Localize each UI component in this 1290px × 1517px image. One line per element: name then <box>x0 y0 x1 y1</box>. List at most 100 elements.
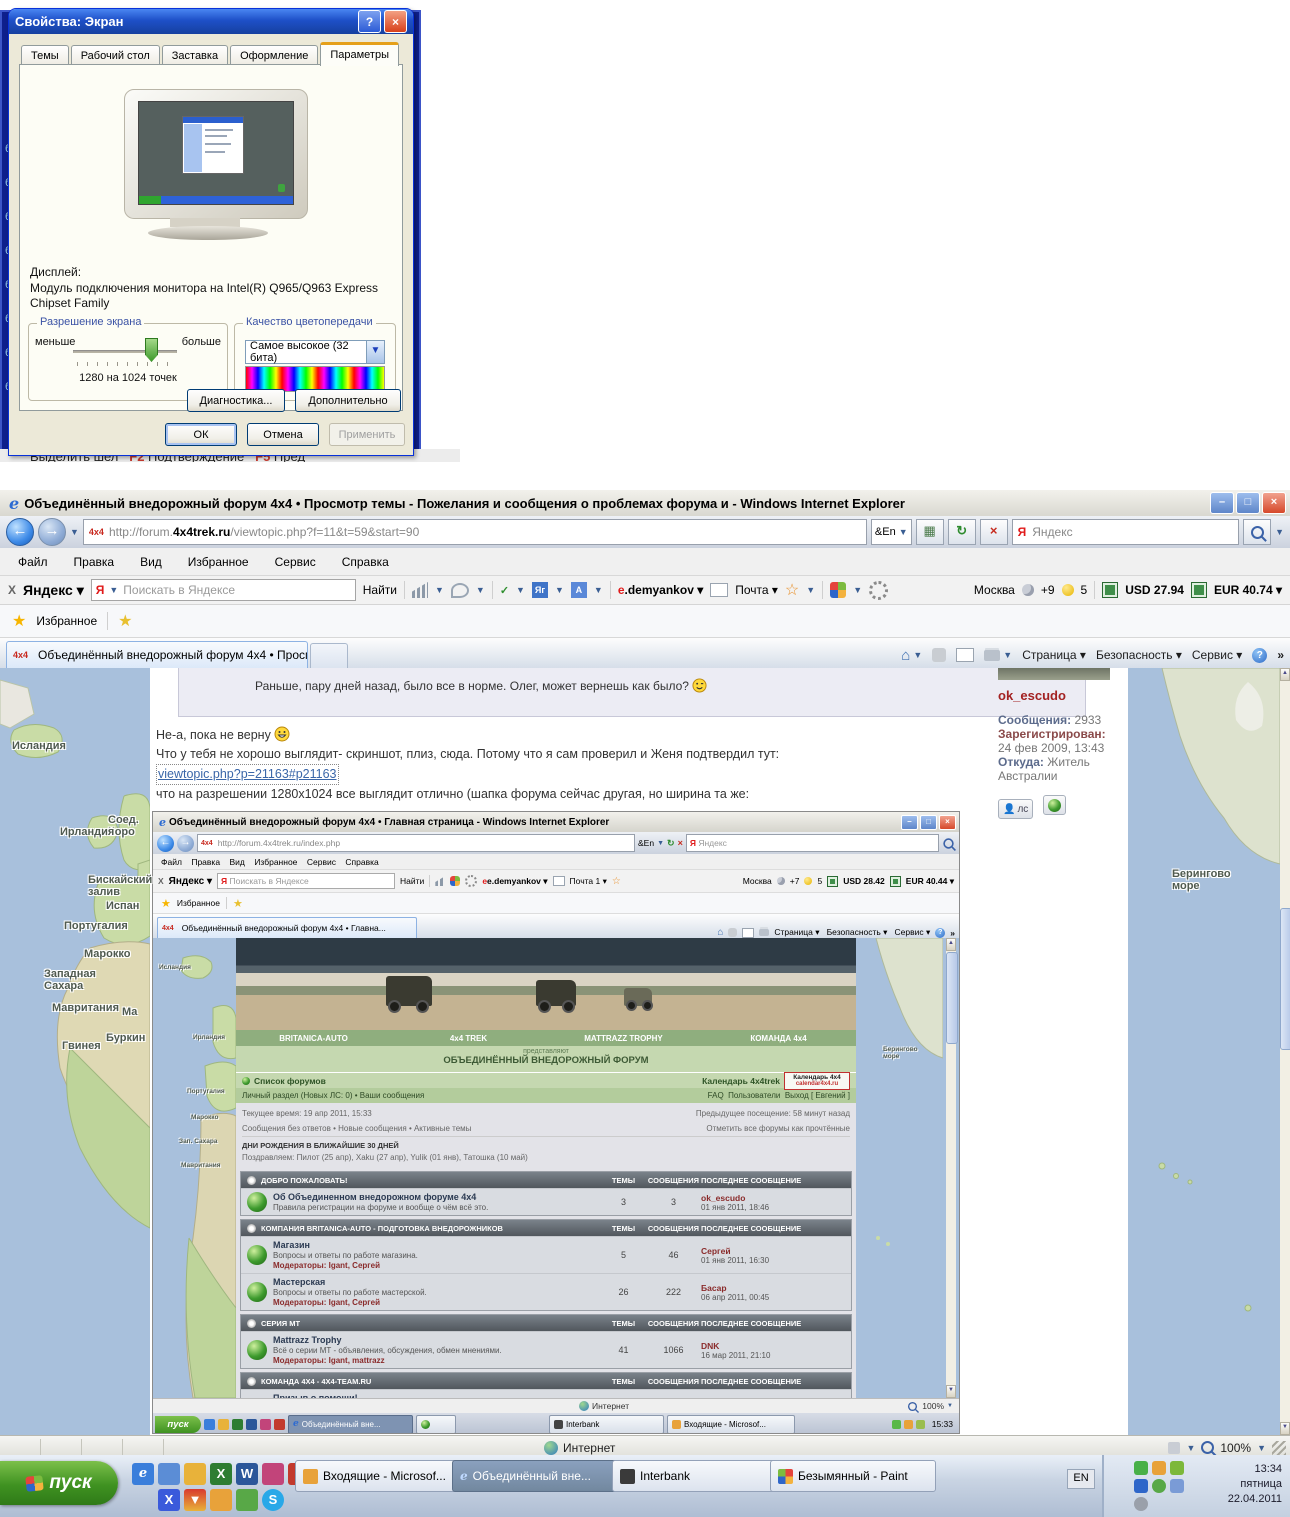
logout-link[interactable]: Выход [ Евгений ] <box>785 1091 850 1100</box>
menu-file[interactable]: Файл <box>18 555 48 569</box>
star-outline-icon[interactable]: ☆ <box>785 580 799 600</box>
qip-tray-icon[interactable] <box>1170 1479 1184 1493</box>
website-button[interactable] <box>1043 795 1066 815</box>
page-compatibility-button[interactable]: ▦ <box>916 519 944 545</box>
eur-rate[interactable]: EUR 40.74 ▾ <box>1214 583 1282 597</box>
nav-4x4trek[interactable]: 4x4 TREK <box>391 1034 546 1043</box>
favorites-button[interactable]: Избранное <box>36 614 97 628</box>
cancel-button[interactable]: Отмена <box>247 423 319 446</box>
clock[interactable]: 13:34 пятница 22.04.2011 <box>1228 1455 1290 1517</box>
forum-row[interactable]: Mattrazz TrophyВсё о серии МТ - объявлен… <box>241 1331 851 1368</box>
zoom-level[interactable]: 100% <box>1220 1441 1251 1455</box>
mail-icon[interactable] <box>710 583 728 597</box>
refresh-button[interactable]: ↻ <box>948 519 976 545</box>
mailru-agent-tray-icon[interactable] <box>1134 1479 1148 1493</box>
language-indicator[interactable]: EN <box>1067 1469 1095 1489</box>
service-menu[interactable]: Сервис ▾ <box>1192 648 1242 662</box>
menu-help[interactable]: Справка <box>342 555 389 569</box>
tab-themes[interactable]: Темы <box>21 45 69 66</box>
tab-settings[interactable]: Параметры <box>320 42 399 66</box>
username[interactable]: ok_escudo <box>998 688 1128 703</box>
task-button-interbank[interactable]: Interbank <box>612 1460 776 1492</box>
tab-screensaver[interactable]: Заставка <box>162 45 228 66</box>
pm-button[interactable]: 👤лс <box>998 799 1033 819</box>
forum-row[interactable]: МагазинВопросы и ответы по работе магази… <box>241 1236 851 1273</box>
ie-titlebar[interactable]: e Объединённый внедорожный форум 4x4 • П… <box>0 490 1290 516</box>
tab-appearance[interactable]: Оформление <box>230 45 318 66</box>
usd-rate[interactable]: USD 27.94 <box>1125 583 1184 597</box>
calendar-badge[interactable]: Календарь 4x4 calendar4x4.ru <box>784 1072 850 1090</box>
clock-quicklaunch-icon[interactable] <box>210 1489 232 1511</box>
yandex-search-input[interactable]: Я▼ Поискать в Яндексе <box>91 579 356 601</box>
search-input[interactable]: Я Яндекс <box>1012 519 1239 545</box>
minimize-button[interactable]: – <box>1210 492 1234 514</box>
find-button[interactable]: Найти <box>363 583 397 597</box>
weather-city[interactable]: Москва <box>974 583 1015 597</box>
translate-icon[interactable]: Яг <box>532 582 548 598</box>
vertical-scrollbar[interactable]: ▲ ▼ <box>1280 668 1290 1435</box>
mail-menu[interactable]: Почта ▾ <box>735 583 778 597</box>
personal-section-link[interactable]: Личный раздел (Новых ЛС: 0) • Ваши сообщ… <box>242 1091 424 1100</box>
forum-row[interactable]: МастерскаяВопросы и ответы по работе мас… <box>241 1273 851 1310</box>
battery-quicklaunch-icon[interactable] <box>236 1489 258 1511</box>
color-quality-select[interactable]: Самое высокое (32 бита) ▼ <box>245 340 385 364</box>
scheduler-tray-icon[interactable] <box>1134 1497 1148 1511</box>
excel-quicklaunch-icon[interactable]: X <box>210 1463 232 1485</box>
lock-icon[interactable] <box>1168 1442 1180 1454</box>
resolution-slider-track[interactable] <box>73 350 177 353</box>
folder-quicklaunch-icon[interactable] <box>184 1463 206 1485</box>
layout-language-combo[interactable]: &En▼ <box>871 519 912 545</box>
add-favorite-icon[interactable]: ★ <box>118 611 132 631</box>
robot-tray-icon[interactable] <box>1170 1461 1184 1475</box>
gear-icon[interactable] <box>869 581 888 600</box>
page-translate-icon[interactable]: А <box>571 582 587 598</box>
task-button-ie[interactable]: e Объединённый вне... <box>452 1460 618 1492</box>
mark-read-link[interactable]: Отметить все форумы как прочтённые <box>706 1124 850 1133</box>
advanced-button[interactable]: Дополнительно <box>295 389 401 412</box>
menu-edit[interactable]: Правка <box>74 555 115 569</box>
yandex-wordmark[interactable]: Яндекс ▾ <box>23 582 84 599</box>
ie-quicklaunch-icon[interactable]: e <box>132 1463 154 1485</box>
apply-button[interactable]: Применить <box>329 423 405 446</box>
stop-button[interactable]: × <box>980 519 1008 545</box>
forum-row[interactable]: Об Объединенном внедорожном форуме 4x4Пр… <box>241 1188 851 1215</box>
new-tab-stub[interactable] <box>310 643 348 668</box>
help-icon[interactable]: ? <box>1252 648 1267 663</box>
calendar-link[interactable]: Календарь 4x4trek <box>702 1076 780 1086</box>
back-button[interactable]: ← <box>6 518 34 546</box>
word-quicklaunch-icon[interactable]: W <box>236 1463 258 1485</box>
menu-favorites[interactable]: Избранное <box>188 555 249 569</box>
troubleshoot-button[interactable]: Диагностика... <box>187 389 285 412</box>
tab-desktop[interactable]: Рабочий стол <box>71 45 160 66</box>
print-icon[interactable] <box>984 650 1000 661</box>
chevron-more-icon[interactable]: » <box>1277 648 1284 662</box>
resize-grip[interactable] <box>1272 1441 1286 1455</box>
alarm-tray-icon[interactable] <box>1152 1461 1166 1475</box>
spellcheck-icon[interactable]: ✓ <box>500 584 509 597</box>
page-menu[interactable]: Страница ▾ <box>1022 648 1086 662</box>
topic-link[interactable]: viewtopic.php?p=21163#p21163 <box>156 764 339 785</box>
photo-quicklaunch-icon[interactable] <box>262 1463 284 1485</box>
x-quicklaunch-icon[interactable]: X <box>158 1489 180 1511</box>
nav-komanda[interactable]: КОМАНДА 4x4 <box>701 1034 856 1043</box>
search-button[interactable] <box>1243 519 1271 545</box>
messenger-quicklaunch-icon[interactable] <box>158 1463 180 1485</box>
tab-forum[interactable]: 4x4 Объединённый внедорожный форум 4x4 •… <box>6 641 308 668</box>
scroll-up-icon[interactable]: ▲ <box>1280 668 1290 681</box>
task-button-mail[interactable]: Входящие - Microsof... <box>295 1460 459 1492</box>
start-button[interactable]: пуск <box>0 1461 118 1505</box>
palette-icon[interactable] <box>830 582 846 598</box>
menu-view[interactable]: Вид <box>140 555 162 569</box>
icq-tray-icon[interactable] <box>1152 1479 1166 1493</box>
forum-row[interactable]: Призыв о помощи!Модератор: Сергей <box>241 1389 851 1398</box>
rss-icon[interactable] <box>932 648 946 662</box>
shield-check-tray-icon[interactable] <box>1134 1461 1148 1475</box>
read-mail-icon[interactable] <box>956 648 974 662</box>
scroll-down-icon[interactable]: ▼ <box>1280 1422 1290 1435</box>
close-button[interactable]: × <box>1262 492 1286 514</box>
traffic-bars-icon[interactable] <box>412 582 428 598</box>
chat-bubble-icon[interactable] <box>451 583 469 598</box>
search-options-icon[interactable]: ▼ <box>1275 527 1284 537</box>
task-button-paint[interactable]: Безымянный - Paint <box>770 1460 936 1492</box>
forum-index-link[interactable]: Список форумов <box>254 1076 326 1086</box>
